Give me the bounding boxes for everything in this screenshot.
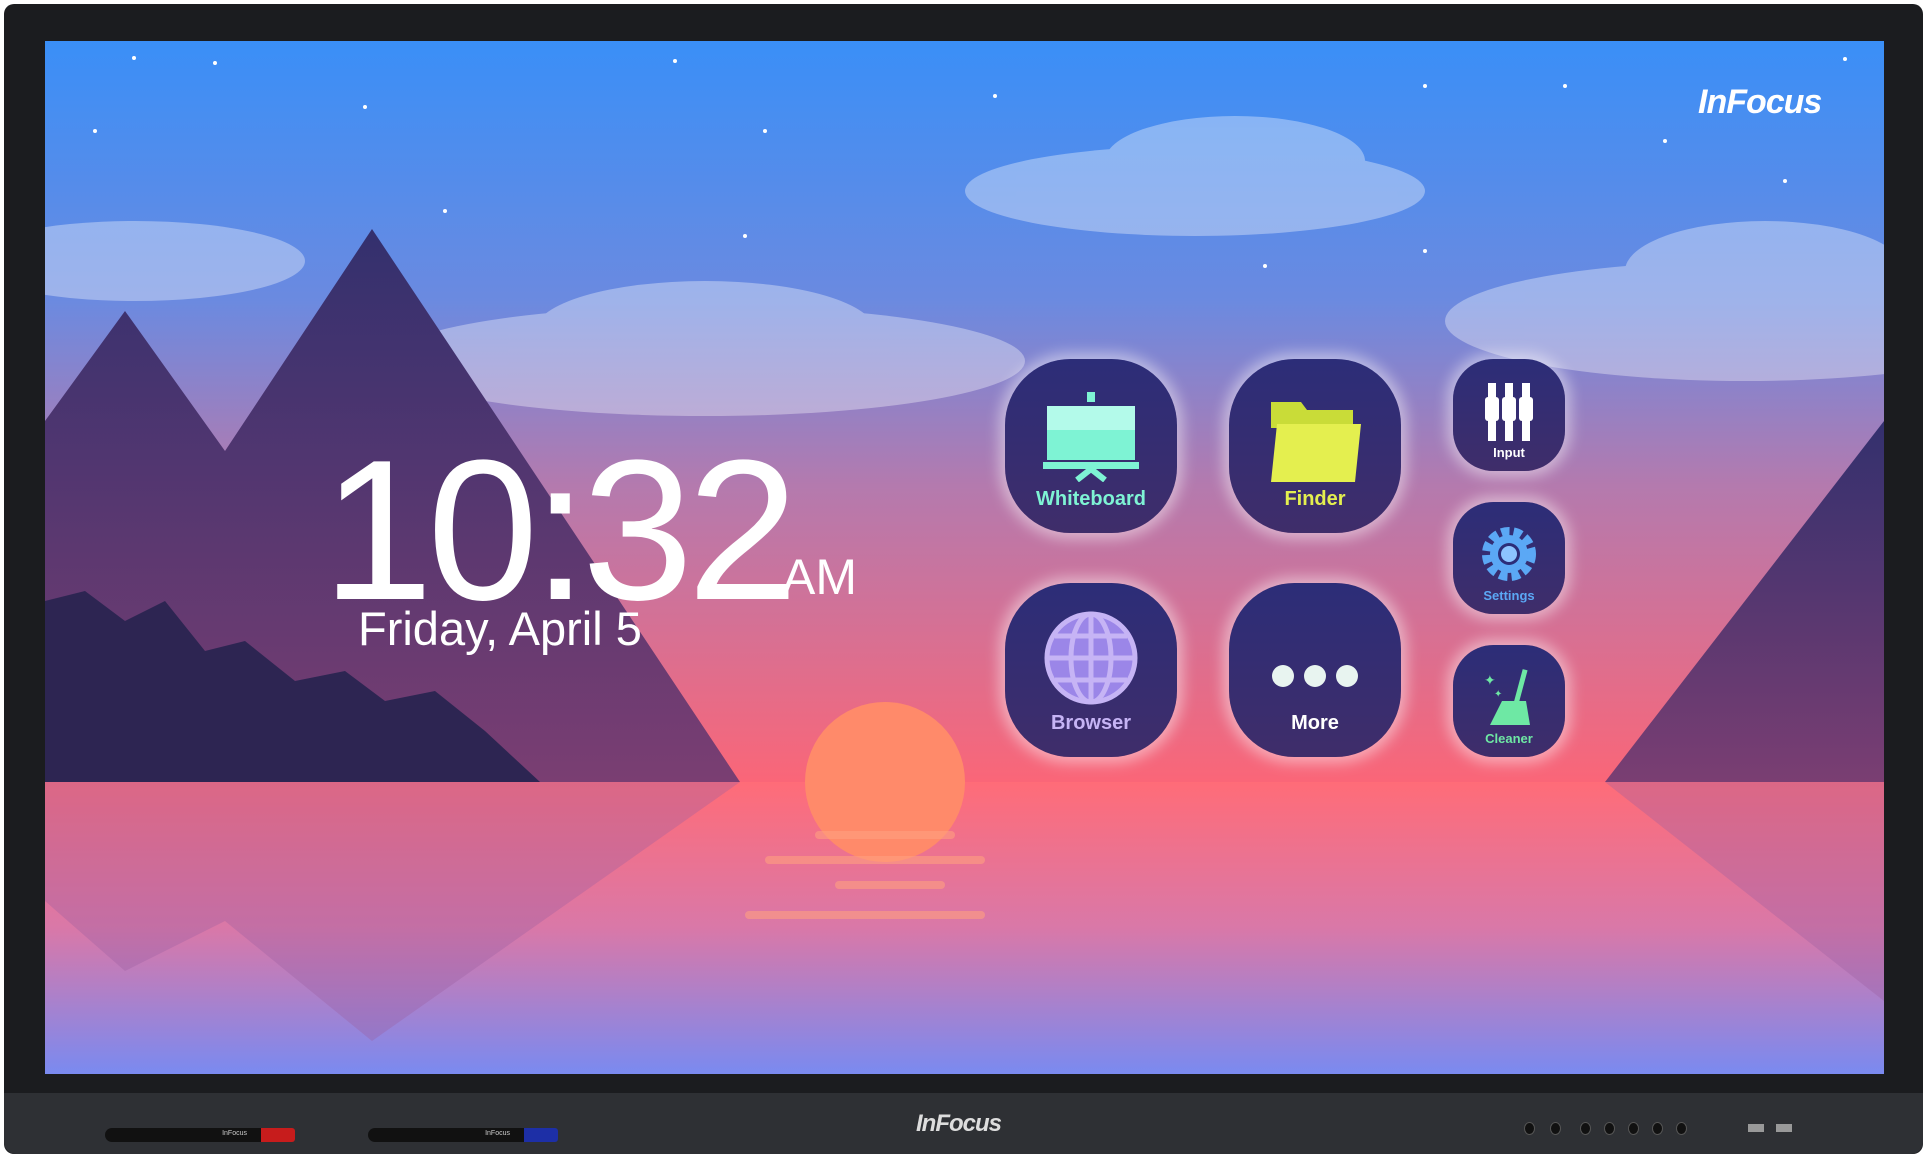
- bezel-button[interactable]: [1550, 1122, 1561, 1135]
- app-browser[interactable]: Browser: [1005, 583, 1177, 757]
- more-dots-icon: [1272, 665, 1358, 687]
- clock-ampm: AM: [782, 549, 857, 605]
- svg-text:✦: ✦: [1484, 672, 1496, 688]
- infocus-logo: InFocus: [1698, 83, 1822, 121]
- app-label: Cleaner: [1485, 731, 1533, 746]
- bezel-logo: InFocus: [916, 1110, 1002, 1137]
- app-cleaner[interactable]: ✦ ✦ Cleaner: [1453, 645, 1565, 757]
- svg-text:✦: ✦: [1494, 689, 1502, 700]
- gear-icon: [1482, 527, 1536, 581]
- app-label: Settings: [1483, 588, 1535, 603]
- clock-date: Friday, April 5: [358, 602, 642, 655]
- usb-port: [1748, 1124, 1764, 1132]
- app-label: More: [1291, 712, 1339, 734]
- app-settings[interactable]: Settings: [1453, 502, 1565, 614]
- bezel-button[interactable]: [1628, 1122, 1639, 1135]
- globe-icon: [1044, 611, 1138, 705]
- home-screen: InFocus 10:32 AM Friday, April 5 Whitebo…: [45, 41, 1884, 1074]
- blue-stylus-pen[interactable]: InFocus: [368, 1128, 558, 1142]
- app-label: Input: [1493, 445, 1525, 460]
- folder-icon: [1271, 402, 1361, 482]
- power-button[interactable]: [1524, 1122, 1535, 1135]
- usb-port: [1776, 1124, 1792, 1132]
- app-whiteboard[interactable]: Whiteboard: [1005, 359, 1177, 533]
- bezel-button[interactable]: [1604, 1122, 1615, 1135]
- app-label: Finder: [1284, 488, 1346, 510]
- bezel-button[interactable]: [1580, 1122, 1591, 1135]
- app-label: Whiteboard: [1036, 488, 1146, 510]
- red-stylus-pen[interactable]: InFocus: [105, 1128, 295, 1142]
- wallpaper: [45, 41, 1884, 1074]
- app-input[interactable]: Input: [1453, 359, 1565, 471]
- bezel-button[interactable]: [1676, 1122, 1687, 1135]
- app-label: Browser: [1050, 712, 1132, 734]
- whiteboard-easel-icon: [1043, 392, 1139, 482]
- input-cables-icon: [1485, 383, 1533, 441]
- app-finder[interactable]: Finder: [1229, 359, 1401, 533]
- bezel-button[interactable]: [1652, 1122, 1663, 1135]
- broom-icon: ✦✦: [1484, 669, 1530, 725]
- app-more[interactable]: More: [1229, 583, 1401, 757]
